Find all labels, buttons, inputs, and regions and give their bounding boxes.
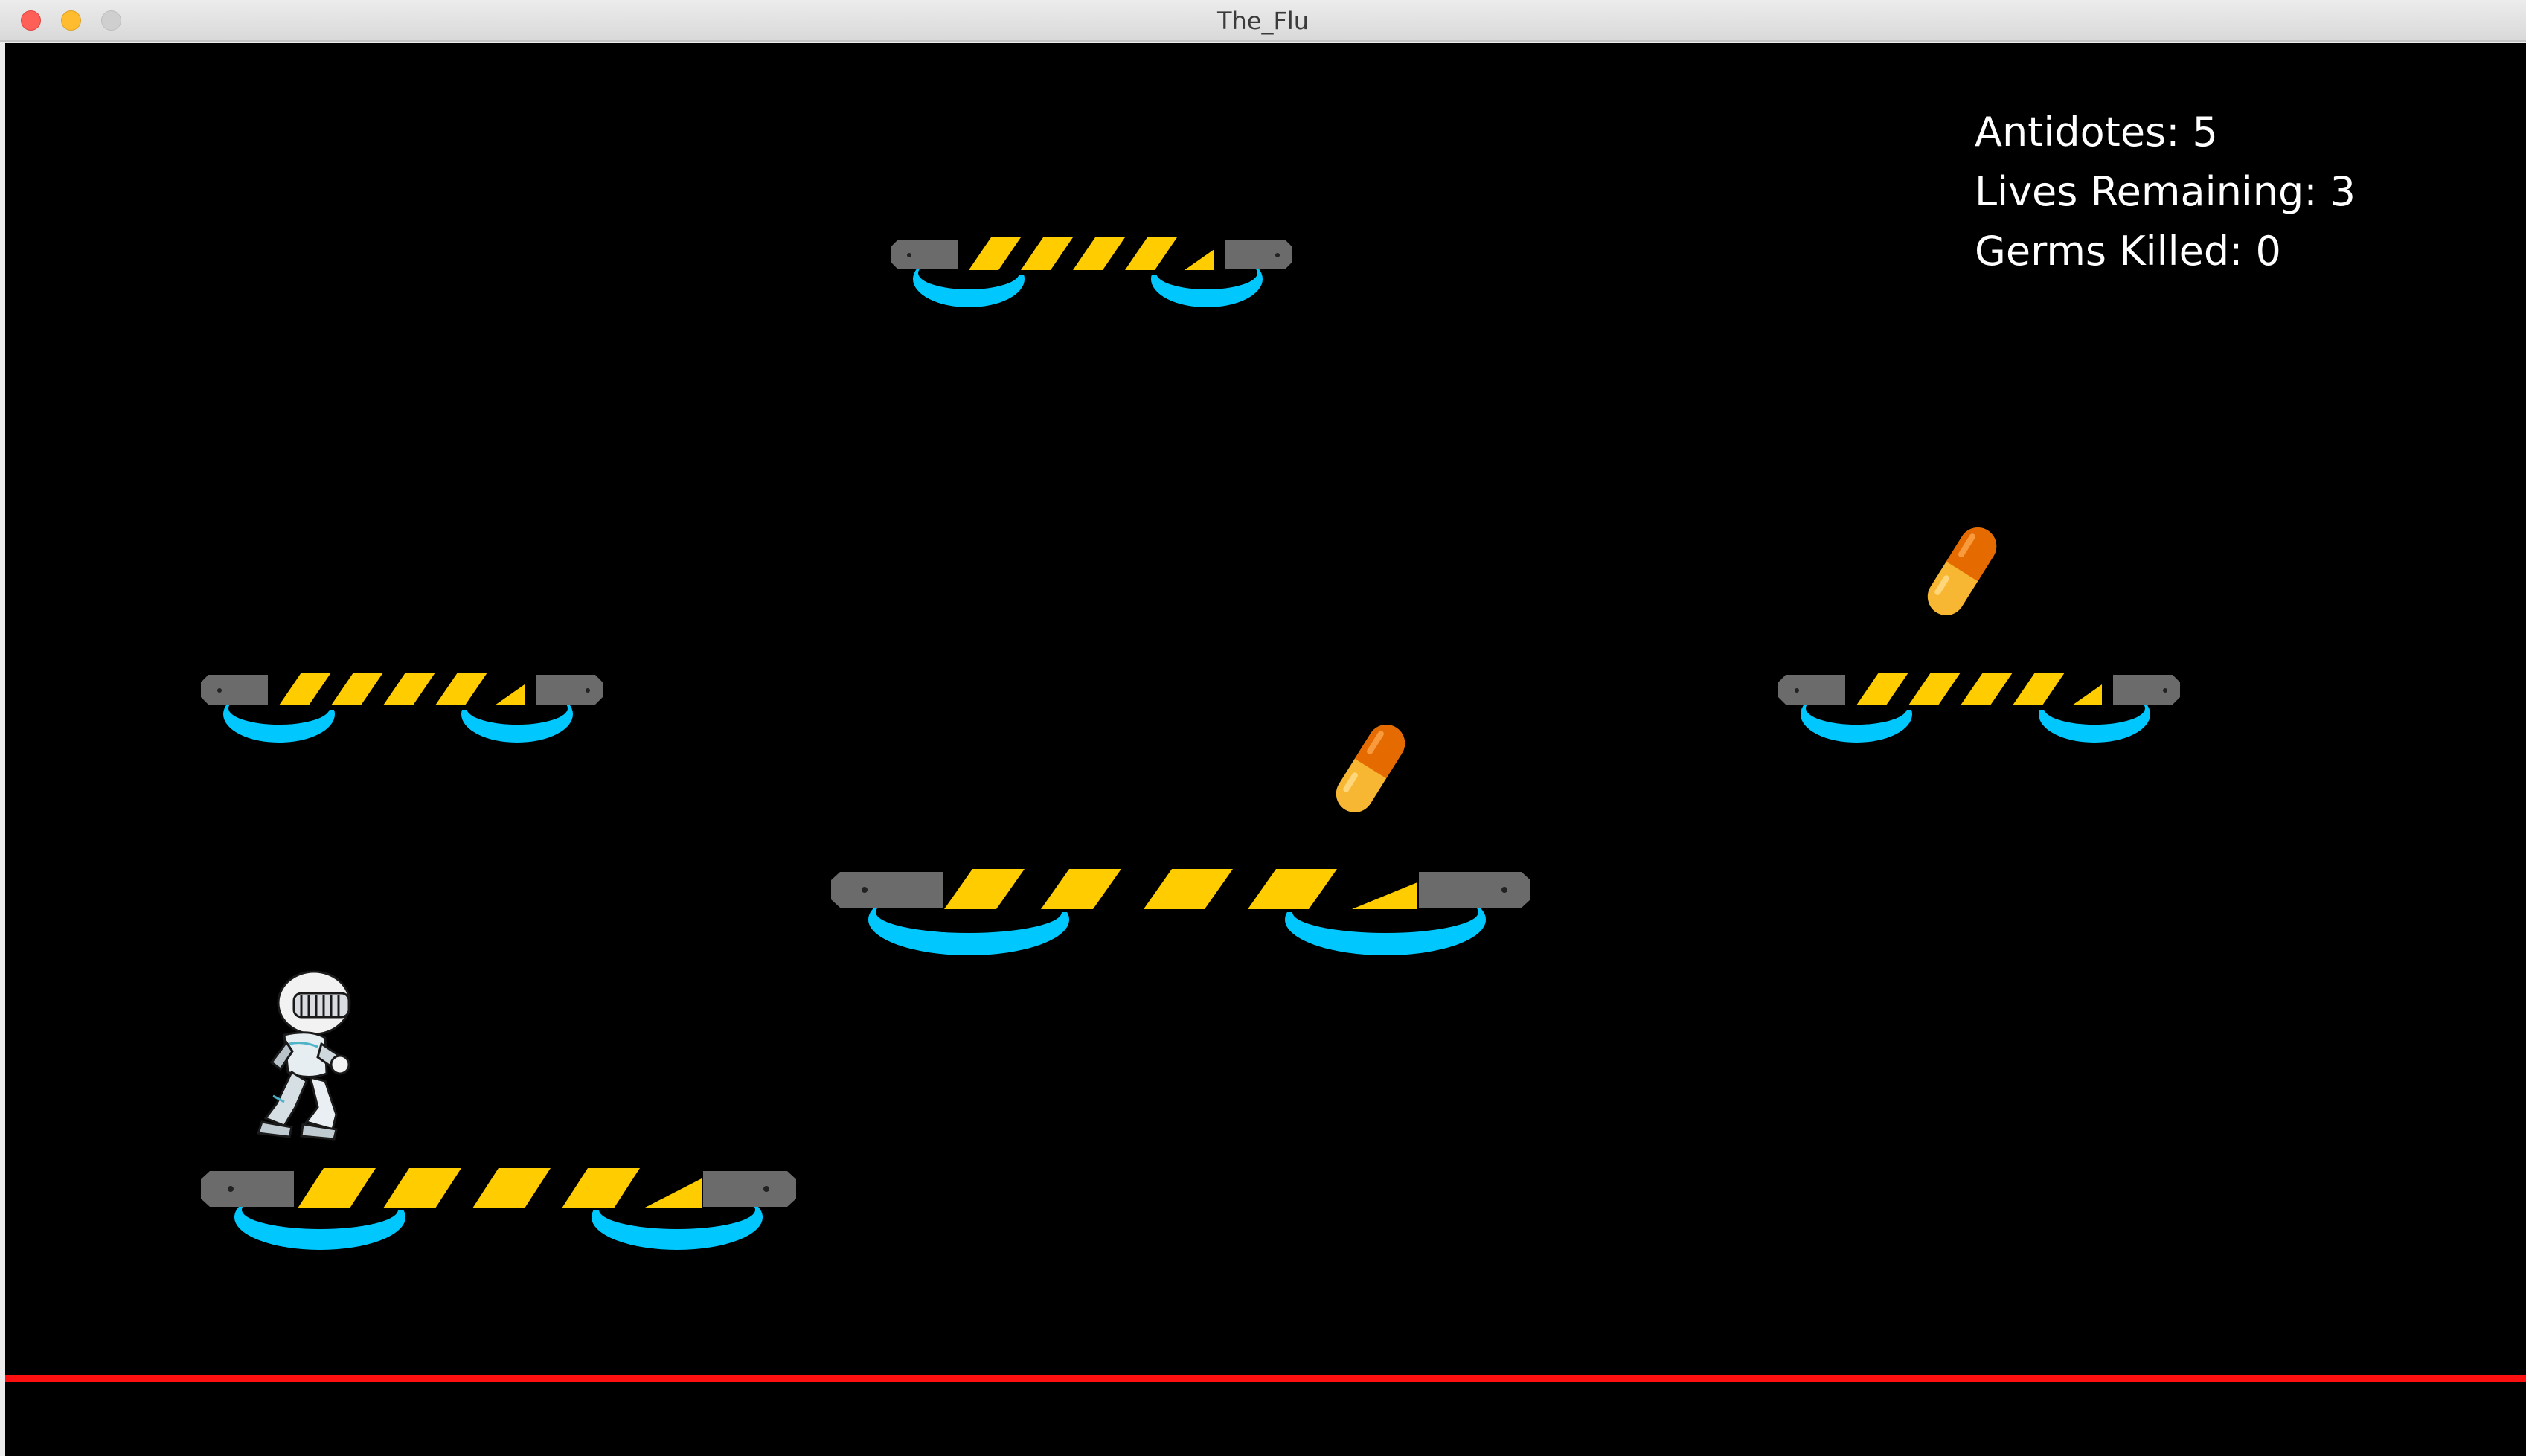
hover-platform-icon — [201, 673, 603, 743]
hover-platform-icon — [891, 237, 1292, 307]
hover-platform-icon — [201, 1168, 796, 1250]
antidote-pill-center — [1336, 725, 1405, 812]
hud-germs: Germs Killed0 — [1975, 222, 2356, 281]
lives-label: Lives Remaining — [1975, 168, 2330, 215]
platform-bottom-left — [201, 1168, 796, 1250]
antidote-pill-icon — [1336, 725, 1405, 812]
platform-center-wide — [831, 869, 1530, 955]
germs-value: 0 — [2255, 228, 2281, 275]
window-title: The_Flu — [1216, 7, 1310, 35]
germs-label: Germs Killed — [1975, 228, 2256, 275]
hover-platform-icon — [1778, 673, 2180, 743]
antidotes-value: 5 — [2192, 109, 2218, 155]
hud-lives: Lives Remaining3 — [1975, 162, 2356, 222]
title-bar[interactable]: The_Flu — [0, 0, 2526, 42]
antidotes-label: Antidotes — [1975, 109, 2193, 155]
hud-antidotes: Antidotes5 — [1975, 103, 2356, 162]
hover-platform-icon — [831, 869, 1530, 955]
game-canvas[interactable]: Antidotes5 Lives Remaining3 Germs Killed… — [5, 43, 2526, 1456]
game-window: The_Flu Antidotes5 Lives Remaining3 Germ… — [0, 0, 2526, 1456]
antidote-pill-icon — [1927, 527, 1997, 615]
hud: Antidotes5 Lives Remaining3 Germs Killed… — [1975, 103, 2356, 281]
platform-mid-right — [1778, 673, 2180, 743]
lives-value: 3 — [2330, 168, 2356, 215]
platform-top — [891, 237, 1292, 307]
hazard-line — [5, 1375, 2526, 1382]
knight-player-icon — [256, 970, 351, 1141]
antidote-pill-right — [1927, 527, 1997, 615]
platform-mid-left — [201, 673, 603, 743]
